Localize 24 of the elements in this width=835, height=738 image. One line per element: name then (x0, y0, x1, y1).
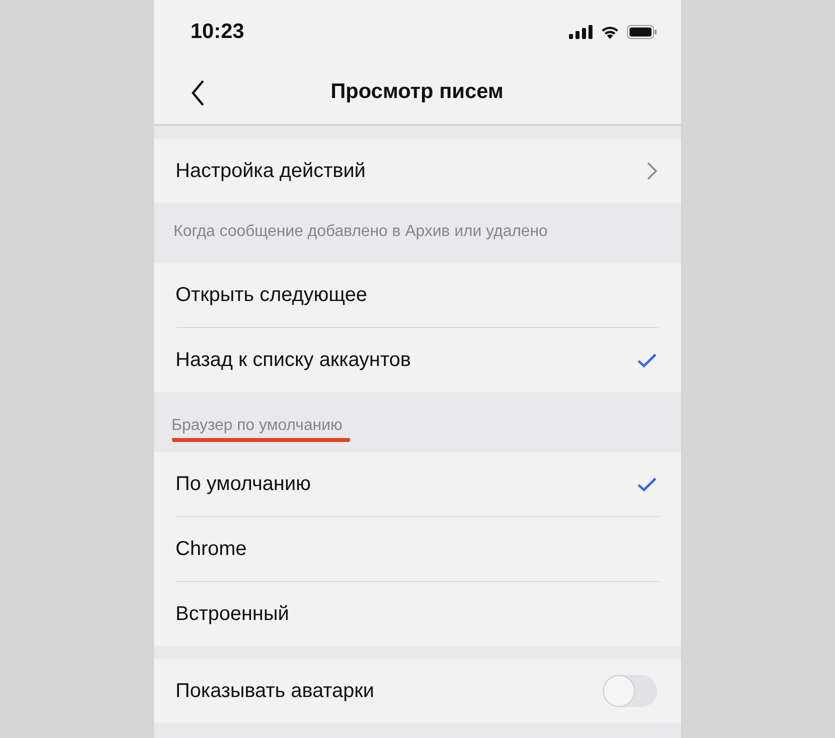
settings-row[interactable]: Показывать аватарки (154, 659, 680, 723)
screen-title: Просмотр писем (330, 80, 504, 104)
section-header: Браузер по умолчанию (172, 416, 350, 442)
row-label: Встроенный (176, 602, 290, 626)
row-label: Открыть следующее (176, 284, 368, 306)
row-label: По умолчанию (176, 472, 311, 496)
section-header: Когда сообщение добавлено в Архив или удалено (174, 222, 548, 242)
settings-row[interactable]: Открыть следующее (154, 263, 680, 327)
settings-row[interactable]: Назад к списку аккаунтов (154, 328, 680, 392)
signal-icon (568, 25, 592, 39)
settings-row[interactable]: Встроенный (154, 582, 680, 646)
settings-row[interactable]: Chrome (154, 517, 680, 581)
status-time: 10:23 (190, 20, 244, 44)
settings-row[interactable]: Настройка действий (154, 139, 680, 203)
battery-icon (626, 25, 656, 39)
toggle-switch[interactable] (602, 675, 656, 707)
row-label: Настройка действий (176, 160, 366, 182)
back-icon[interactable] (190, 80, 204, 106)
row-label: Chrome (176, 538, 247, 560)
row-label: Показывать аватарки (176, 680, 374, 702)
row-label: Назад к списку аккаунтов (176, 348, 411, 372)
wifi-icon (600, 25, 620, 39)
settings-row[interactable]: По умолчанию (154, 452, 680, 516)
chevron-icon (646, 162, 656, 180)
